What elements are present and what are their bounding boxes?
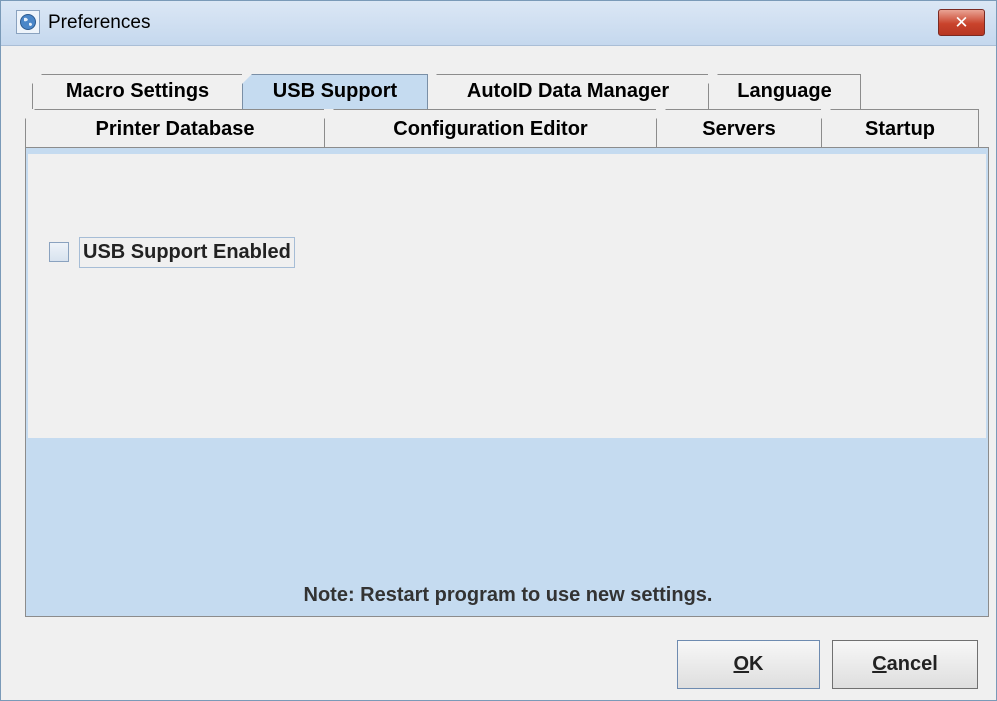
preferences-dialog: Preferences ✕ Macro Settings USB Support… [0,0,997,701]
title-bar[interactable]: Preferences ✕ [1,1,996,46]
close-icon: ✕ [954,13,969,32]
settings-area: USB Support Enabled [28,154,986,438]
tab-label: AutoID Data Manager [466,80,670,102]
ok-label-rest: K [749,653,764,675]
usb-support-checkbox-label[interactable]: USB Support Enabled [79,237,295,268]
usb-support-checkbox[interactable] [49,242,69,262]
tab-label: Printer Database [95,118,255,140]
tab-autoid-data-manager[interactable]: AutoID Data Manager [427,74,709,109]
window-title: Preferences [48,12,151,33]
close-button[interactable]: ✕ [938,9,985,36]
tab-language[interactable]: Language [708,74,861,109]
app-globe-icon [16,10,40,34]
tab-servers[interactable]: Servers [656,109,822,148]
cancel-label-rest: ancel [886,653,938,675]
ok-mnemonic: O [733,653,750,675]
tab-label: Language [737,80,832,102]
tab-label: Servers [702,118,776,140]
usb-support-panel: USB Support Enabled Note: Restart progra… [25,147,989,617]
tab-macro-settings[interactable]: Macro Settings [32,74,243,109]
cancel-button[interactable]: Cancel [832,640,978,689]
tab-usb-support[interactable]: USB Support [242,74,428,109]
restart-note: Note: Restart program to use new setting… [303,584,713,606]
tab-label: Macro Settings [65,80,210,102]
cancel-mnemonic: C [872,653,887,675]
tab-configuration-editor[interactable]: Configuration Editor [324,109,657,148]
tab-label: USB Support [272,80,398,102]
tab-label: Configuration Editor [393,118,588,140]
tab-printer-database[interactable]: Printer Database [25,109,325,148]
ok-button[interactable]: OK [677,640,820,689]
tab-label: Startup [865,118,935,140]
tab-startup[interactable]: Startup [821,109,979,148]
